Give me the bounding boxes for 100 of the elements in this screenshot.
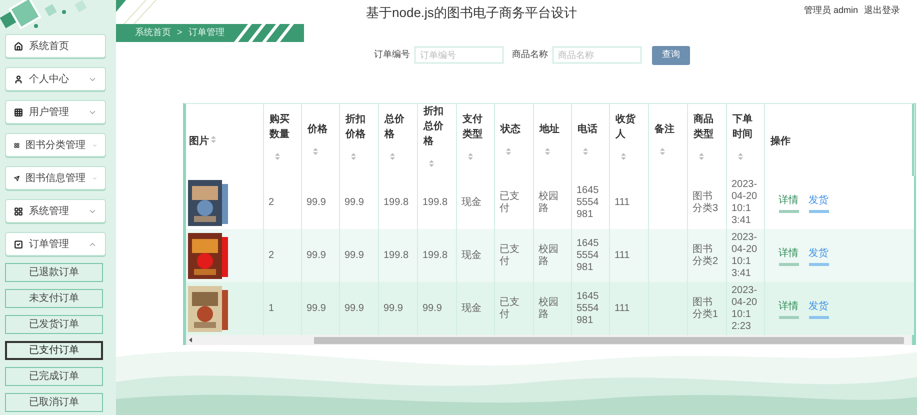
submenu-label: 已发货订单 — [29, 318, 79, 332]
menu-item[interactable]: 图书分类管理 — [5, 133, 106, 157]
menu-icon — [14, 42, 23, 50]
table-cell-text: 99.9 — [422, 302, 443, 314]
submenu-item[interactable]: 已支付订单 — [5, 341, 103, 360]
detail-link[interactable]: 详情 — [778, 298, 798, 318]
table-cell-text: 已支付 — [500, 190, 520, 214]
sort-icon[interactable] — [390, 152, 394, 160]
sort-icon[interactable] — [468, 152, 472, 160]
table-cell-text: 2 — [268, 250, 276, 262]
sort-icon[interactable] — [660, 148, 664, 156]
menu-label: 用户管理 — [29, 106, 69, 120]
search-field[interactable]: 商品名称 — [552, 46, 642, 64]
table-cell-text: 199.8 — [384, 196, 410, 208]
table-cell-text: 111 — [614, 250, 631, 262]
menu-label: 图书信息管理 — [26, 172, 86, 186]
column-header: 地址 — [540, 122, 560, 137]
table-cell-text: 现金 — [462, 250, 482, 262]
field-label: 订单编号 — [374, 48, 410, 62]
sort-icon[interactable] — [544, 148, 550, 156]
column-header: 折扣总价格 — [424, 104, 444, 149]
menu-label: 订单管理 — [29, 238, 69, 252]
sort-icon[interactable] — [582, 148, 588, 156]
table-cell: 2023-04-20 10:13:41 — [732, 232, 758, 280]
detail-link[interactable]: 详情 — [778, 246, 798, 266]
submenu-label: 未支付订单 — [29, 292, 79, 306]
scroll-left-icon[interactable] — [188, 337, 194, 343]
table-cell-text: 199.8 — [422, 250, 449, 262]
table-cell-text: 已支付 — [500, 296, 520, 320]
table-cell-text: 111 — [614, 196, 631, 208]
sort-icon[interactable] — [211, 136, 216, 144]
table-cell-text: 16455554981 — [576, 184, 600, 220]
table-cell-text: 99.9 — [306, 196, 327, 208]
table-cell-text: 1 — [268, 302, 276, 314]
table-cell-text: 校园路 — [538, 244, 560, 268]
menu-item[interactable]: 系统管理 — [5, 199, 106, 223]
table-cell-text: 2 — [268, 196, 276, 208]
column-header: 操作 — [770, 134, 792, 149]
table-cell-text: 16455554981 — [576, 238, 600, 274]
menu-item[interactable]: 图书信息管理 — [5, 166, 106, 190]
menu-icon — [14, 74, 23, 84]
menu-icon — [14, 174, 20, 182]
column-header: 折扣价格 — [346, 112, 366, 142]
submenu-item[interactable]: 已退款订单 — [5, 263, 103, 282]
submenu-item[interactable]: 已发货订单 — [5, 315, 103, 334]
detail-link[interactable]: 详情 — [778, 192, 798, 212]
search-field[interactable]: 订单编号 — [414, 46, 504, 64]
menu-icon — [14, 108, 23, 116]
column-header: 收货人 — [616, 112, 636, 142]
field-label: 商品名称 — [512, 48, 548, 62]
sort-icon[interactable] — [274, 152, 280, 160]
table-cell-text: 99.9 — [306, 302, 327, 314]
column-header: 电话 — [578, 122, 598, 137]
table-cell: 2023-04-20 10:12:23 — [732, 284, 758, 332]
table-cell-text: 16455554981 — [576, 290, 600, 326]
table-cell-text: 99.9 — [344, 196, 365, 208]
sort-icon[interactable] — [312, 148, 318, 156]
table-cell-text: 图书分类2 — [692, 244, 720, 268]
submenu-label: 已取消订单 — [29, 396, 79, 410]
sort-icon[interactable] — [620, 152, 626, 160]
menu-item[interactable]: 系统首页 — [5, 34, 106, 58]
submenu-label: 已支付订单 — [29, 344, 79, 358]
sort-icon[interactable] — [506, 148, 510, 156]
menu-item[interactable]: 订单管理 — [5, 232, 106, 256]
menu-label: 个人中心 — [29, 72, 69, 86]
submenu-item[interactable]: 已完成订单 — [5, 367, 103, 386]
table-cell-text: 校园路 — [538, 296, 560, 320]
sort-icon[interactable] — [350, 152, 356, 160]
column-header: 价格 — [308, 122, 328, 137]
table-cell-text: 199.8 — [422, 196, 449, 208]
scrollbar[interactable] — [186, 335, 912, 345]
submenu-item[interactable]: 未支付订单 — [5, 289, 103, 308]
logout-link[interactable]: 退出登录 — [864, 4, 900, 18]
submenu-label: 已完成订单 — [29, 370, 79, 384]
column-header: 图片 — [189, 136, 209, 147]
submenu-label: 已退款订单 — [29, 266, 79, 280]
menu-item[interactable]: 用户管理 — [5, 100, 106, 124]
breadcrumb-separator: > — [177, 26, 182, 40]
menu-item[interactable]: 个人中心 — [5, 67, 106, 91]
sort-icon[interactable] — [428, 160, 434, 168]
table-cell-text: 99.9 — [306, 250, 327, 262]
column-header: 状态 — [500, 122, 522, 137]
table-cell-text: 199.8 — [384, 250, 410, 262]
table-cell-text: 现金 — [462, 302, 482, 314]
user-label: 管理员 admin — [804, 4, 858, 17]
table-cell-text: 现金 — [462, 196, 482, 208]
table-cell: 2023-04-20 10:13:41 — [732, 178, 758, 226]
column-header: 支付类型 — [462, 112, 484, 142]
sort-icon[interactable] — [738, 152, 742, 160]
menu-icon — [14, 240, 23, 248]
column-header: 备注 — [654, 122, 676, 137]
table-cell-text: 已支付 — [500, 244, 520, 268]
sort-icon[interactable] — [698, 152, 704, 160]
submenu-item[interactable]: 已取消订单 — [5, 393, 103, 412]
menu-label: 系统管理 — [29, 204, 69, 218]
table-cell-text: 图书分类1 — [692, 296, 720, 320]
menu-label: 系统首页 — [29, 40, 69, 54]
column-header: 总价格 — [384, 112, 406, 142]
table-cell-text: 图书分类3 — [692, 190, 720, 214]
table-cell-text: 99.9 — [384, 302, 404, 314]
